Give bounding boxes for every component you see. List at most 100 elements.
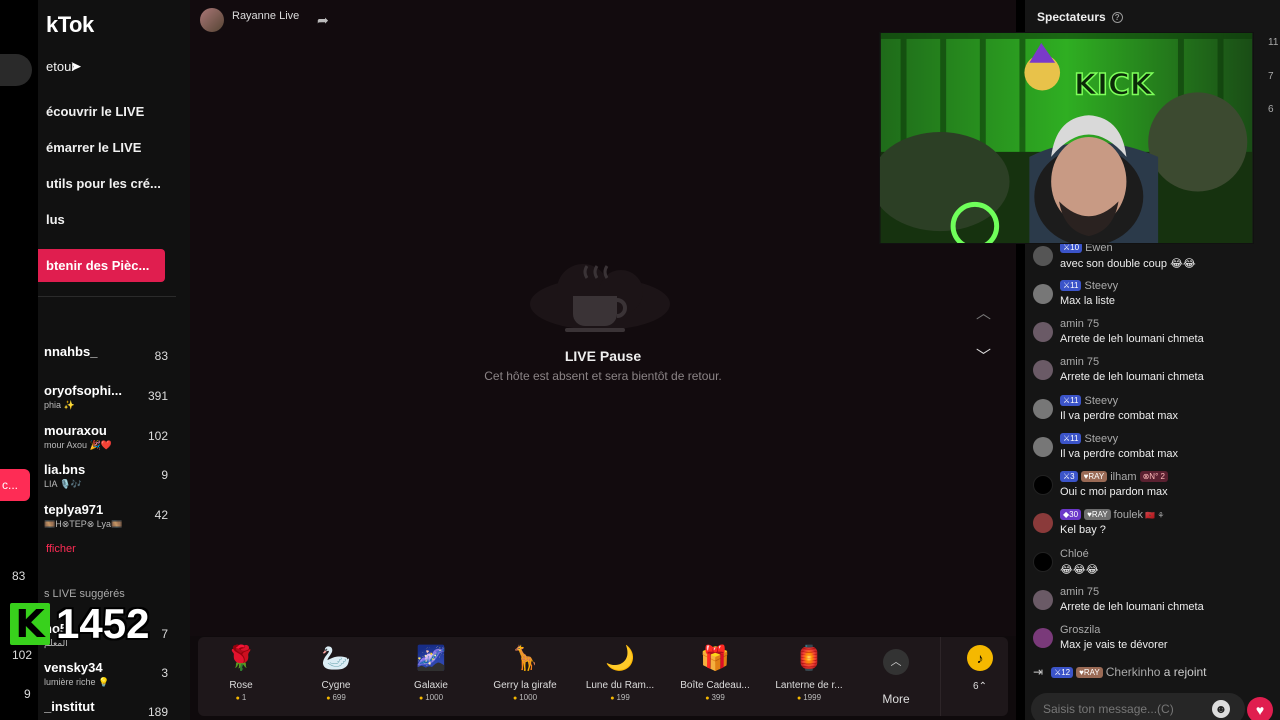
- nav-start-live[interactable]: émarrer le LIVE: [46, 140, 141, 155]
- edge-count: 83: [12, 569, 26, 583]
- followed-account[interactable]: lia.bns LIA 🎙️🎶 9: [44, 462, 174, 490]
- chat-text: Arrete de leh loumani chmeta: [1060, 333, 1204, 345]
- app-logo[interactable]: kTok: [46, 12, 94, 38]
- account-subtitle: phia ✨: [44, 400, 75, 410]
- suggested-account[interactable]: _institut 189: [44, 699, 174, 719]
- like-heart-icon[interactable]: ♥: [1247, 697, 1273, 720]
- chat-username[interactable]: foulek: [1114, 509, 1143, 521]
- suggested-account[interactable]: vensky34 lumière riche 💡 3: [44, 660, 174, 688]
- account-name: lia.bns: [44, 462, 86, 477]
- nav-creator-tools[interactable]: utils pour les cré...: [46, 176, 161, 191]
- gift-name: Rose: [229, 680, 253, 691]
- rank-badge: ⊗N° 2: [1139, 471, 1168, 482]
- gift-item[interactable]: 🌌 Galaxie 1000: [390, 643, 472, 702]
- share-icon[interactable]: ➦: [317, 12, 329, 29]
- user-avatar[interactable]: [1033, 475, 1053, 495]
- more-gifts-button[interactable]: ︿ More: [881, 649, 911, 706]
- show-more-link[interactable]: fficher: [46, 543, 76, 555]
- chat-message: amin 75 Arrete de leh loumani chmeta: [1033, 586, 1273, 624]
- gift-item[interactable]: 🏮 Lanterne de r... 1999: [768, 643, 850, 702]
- followed-account[interactable]: mouraxou mour Axou 🎉❤️ 102: [44, 423, 174, 451]
- gift-name: Galaxie: [414, 680, 448, 691]
- kick-logo-icon: K: [10, 603, 50, 645]
- gift-price: 1000: [390, 693, 472, 702]
- gift-bar: 🌹 Rose 1 🦢 Cygne 699 🌌 Galaxie 1000 🦒 Ge…: [198, 637, 1008, 716]
- gift-item[interactable]: 🌹 Rose 1: [200, 643, 282, 702]
- chat-message: amin 75 Arrete de leh loumani chmeta: [1033, 318, 1273, 356]
- chevron-down-icon[interactable]: ﹀: [976, 345, 991, 366]
- viewer-count: 7: [161, 627, 168, 641]
- gift-name: Lune du Ram...: [585, 680, 655, 691]
- edge-count: 9: [24, 687, 31, 701]
- user-avatar[interactable]: [1033, 628, 1053, 648]
- chat-message: ⚔11 Steevy Il va perdre combat max: [1033, 395, 1273, 433]
- help-icon[interactable]: ?: [1111, 12, 1123, 24]
- level-badge: ◆30: [1060, 509, 1082, 520]
- chat-username[interactable]: amin 75: [1060, 586, 1099, 598]
- gift-item[interactable]: 🦒 Gerry la girafe 1000: [484, 643, 566, 702]
- chat-text: Oui c moi pardon max: [1060, 486, 1168, 498]
- chat-username[interactable]: amin 75: [1060, 318, 1099, 330]
- gift-price: 1999: [768, 693, 850, 702]
- viewer-count: 189: [147, 705, 168, 719]
- followed-account[interactable]: nnahbs_ 83: [44, 344, 174, 363]
- gift-item[interactable]: 🌙 Lune du Ram... 199: [579, 643, 661, 702]
- level-badge: ⚔12: [1051, 667, 1074, 678]
- join-username[interactable]: Cherkinho: [1106, 665, 1161, 679]
- viewer-count: 83: [154, 349, 168, 363]
- collapsed-live-button[interactable]: c...: [0, 469, 30, 501]
- chat-text: Il va perdre combat max: [1060, 410, 1178, 422]
- chat-text: 😂😂😂: [1060, 564, 1099, 576]
- gift-icon: 🦢: [321, 645, 351, 672]
- user-avatar[interactable]: [1033, 590, 1053, 610]
- level-badge: ⚔11: [1060, 280, 1082, 291]
- user-avatar[interactable]: [1033, 284, 1053, 304]
- fan-badge: ♥RAY: [1080, 471, 1108, 482]
- nav-more[interactable]: lus: [46, 212, 65, 227]
- collapsed-nav-pill[interactable]: [0, 54, 32, 86]
- gift-price: 199: [579, 693, 661, 702]
- enter-icon: ⇥: [1033, 665, 1044, 679]
- host-info[interactable]: Rayanne Live: [200, 8, 299, 32]
- chat-message: ◆30 ♥RAY foulek 🇲🇦 ⚘ Kel bay ?: [1033, 509, 1273, 547]
- user-avatar[interactable]: [1033, 360, 1053, 380]
- user-avatar[interactable]: [1033, 513, 1053, 533]
- followed-account[interactable]: oryofsophi... phia ✨ 391: [44, 383, 174, 411]
- host-name[interactable]: Rayanne Live: [232, 10, 299, 22]
- gift-name: Boîte Cadeau...: [680, 680, 750, 691]
- chat-username[interactable]: amin 75: [1060, 356, 1099, 368]
- chat-message: ⚔11 Steevy Max la liste: [1033, 280, 1273, 318]
- get-coins-button[interactable]: btenir des Pièc...: [38, 249, 165, 282]
- chat-text: Arrete de leh loumani chmeta: [1060, 371, 1204, 383]
- nav-discover-live[interactable]: écouvrir le LIVE: [46, 104, 144, 119]
- user-avatar[interactable]: [1033, 399, 1053, 419]
- chat-username[interactable]: Steevy: [1084, 433, 1118, 445]
- chat-username[interactable]: ilham: [1110, 471, 1136, 483]
- level-badge: ⚔11: [1060, 433, 1082, 444]
- chevron-up-icon[interactable]: ︿: [976, 302, 991, 323]
- account-subtitle: lumière riche 💡: [44, 677, 110, 687]
- user-avatar[interactable]: [1033, 552, 1053, 572]
- coin-balance-button[interactable]: ♪ 6⌃: [965, 645, 995, 692]
- coin-balance: 6⌃: [973, 681, 987, 692]
- emoji-icon[interactable]: ☻: [1212, 700, 1230, 718]
- gift-item[interactable]: 🦢 Cygne 699: [295, 643, 377, 702]
- mouse-cursor-icon: ➤: [70, 58, 82, 74]
- user-avatar[interactable]: [1033, 322, 1053, 342]
- viewer-count: 9: [161, 468, 168, 482]
- chat-username[interactable]: Steevy: [1084, 395, 1118, 407]
- chat-message: Groszila Max je vais te dévorer: [1033, 624, 1273, 662]
- chat-username[interactable]: Groszila: [1060, 624, 1100, 636]
- user-avatar[interactable]: [1033, 437, 1053, 457]
- host-avatar[interactable]: [200, 8, 224, 32]
- viewers-header[interactable]: Spectateurs?: [1037, 10, 1123, 24]
- account-subtitle: LIA 🎙️🎶: [44, 479, 82, 489]
- gift-bar-divider: [940, 637, 941, 716]
- user-avatar[interactable]: [1033, 246, 1053, 266]
- chat-username[interactable]: Chloé: [1060, 548, 1089, 560]
- gift-price: 1000: [484, 693, 566, 702]
- gift-item[interactable]: 🎁 Boîte Cadeau... 399: [674, 643, 756, 702]
- followed-account[interactable]: teplya971 🎞️H⊗TEP⊗ Lya🎞️ 42: [44, 502, 174, 530]
- chat-username[interactable]: Steevy: [1084, 280, 1118, 292]
- viewers-title: Spectateurs: [1037, 10, 1106, 24]
